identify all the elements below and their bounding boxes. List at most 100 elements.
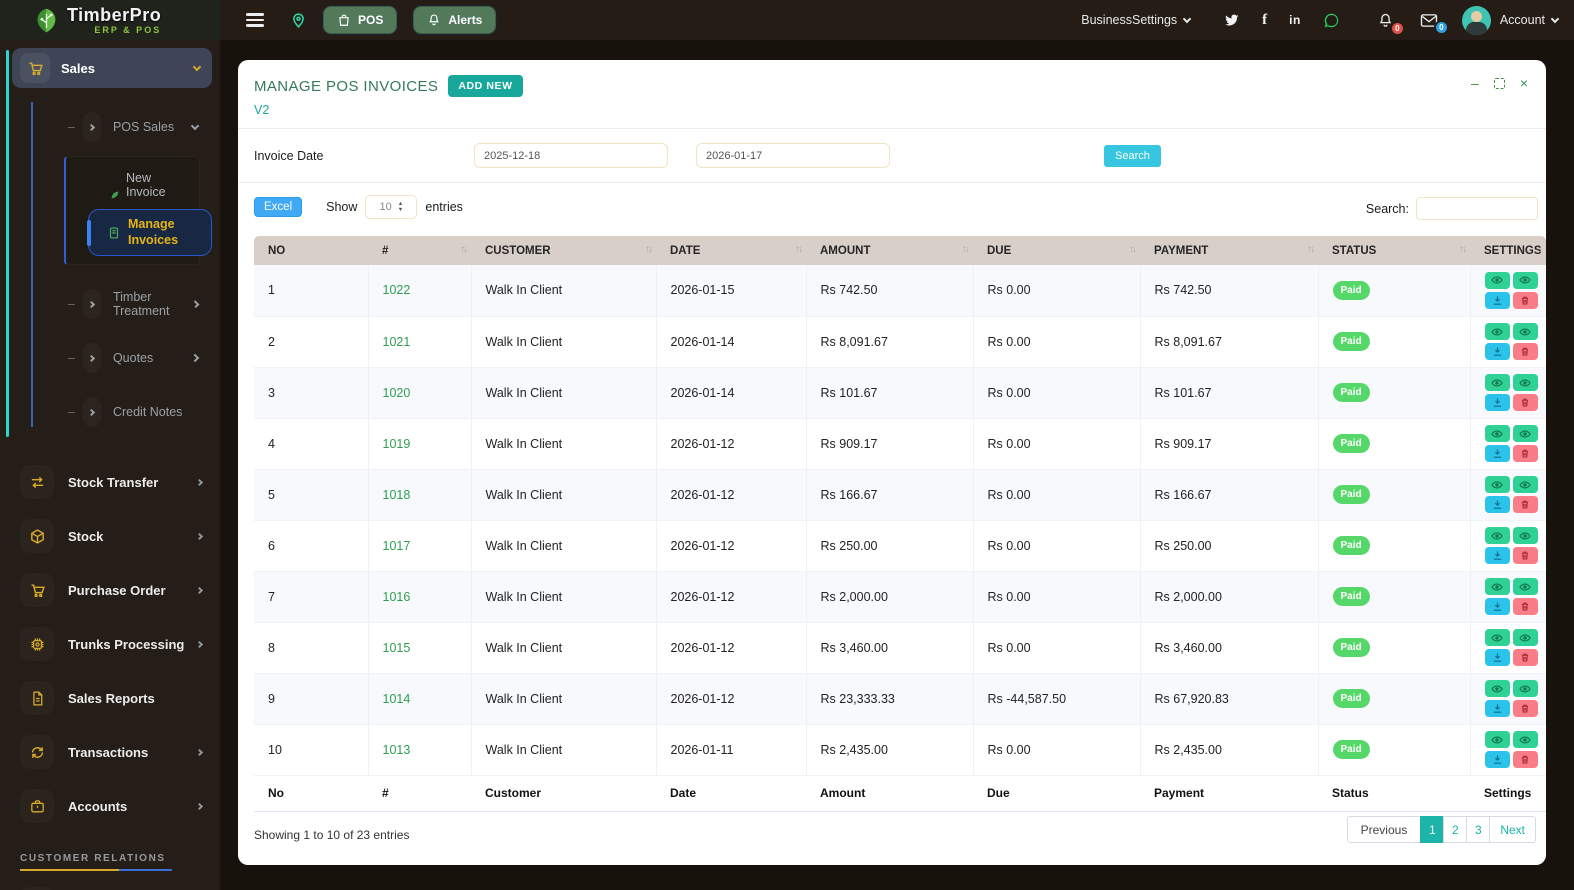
view-alt-button[interactable] — [1512, 323, 1538, 340]
col-header-payment[interactable]: PAYMENT ↑↓ — [1140, 236, 1318, 265]
view-button[interactable] — [1484, 680, 1510, 697]
download-button[interactable] — [1484, 291, 1510, 309]
view-button[interactable] — [1484, 323, 1510, 340]
sidebar-item-manage-invoices[interactable]: Manage Invoices — [88, 209, 212, 257]
sidebar-item-trunks-processing[interactable]: Trunks Processing — [0, 617, 220, 671]
excel-export-button[interactable]: Excel — [254, 197, 303, 217]
view-button[interactable] — [1484, 374, 1510, 391]
download-button[interactable] — [1484, 445, 1510, 462]
view-button[interactable] — [1484, 271, 1510, 289]
delete-button[interactable] — [1512, 496, 1538, 513]
download-button[interactable] — [1484, 700, 1510, 717]
page-size-select[interactable]: 10 ▲ ▼ — [365, 195, 418, 219]
view-button[interactable] — [1484, 476, 1510, 493]
download-button[interactable] — [1484, 547, 1510, 564]
invoice-link[interactable]: 1021 — [383, 335, 411, 349]
page-3-button[interactable]: 3 — [1466, 816, 1491, 843]
sidebar-item-purchase-order[interactable]: Purchase Order — [0, 563, 220, 617]
invoice-link[interactable]: 1017 — [383, 539, 411, 553]
sidebar-item-pos-sales[interactable]: – POS Sales — [68, 112, 200, 142]
download-button[interactable] — [1484, 649, 1510, 666]
invoice-link[interactable]: 1016 — [383, 590, 411, 604]
date-to-input[interactable] — [696, 143, 890, 168]
download-button[interactable] — [1484, 343, 1510, 360]
app-logo[interactable]: TimberPro ERP & POS — [0, 0, 220, 40]
table-search-input[interactable] — [1416, 197, 1538, 220]
invoice-link[interactable]: 1018 — [383, 488, 411, 502]
business-settings-menu[interactable]: BusinessSettings — [1081, 13, 1192, 27]
view-button[interactable] — [1484, 731, 1510, 748]
view-alt-button[interactable] — [1512, 680, 1538, 697]
col-header-date[interactable]: DATE ↑↓ — [656, 236, 806, 265]
col-header-settings[interactable]: SETTINGS ↑↓ — [1470, 236, 1546, 265]
sidebar-item-crm[interactable]: CRM — [0, 877, 220, 890]
view-button[interactable] — [1484, 629, 1510, 646]
sidebar-item-transactions[interactable]: Transactions — [0, 725, 220, 779]
minimize-icon[interactable]: – — [1471, 76, 1479, 90]
sidebar-item-sales-reports[interactable]: Sales Reports — [0, 671, 220, 725]
col-header-customer[interactable]: CUSTOMER ↑↓ — [471, 236, 656, 265]
delete-button[interactable] — [1512, 445, 1538, 462]
col-header-due[interactable]: DUE ↑↓ — [973, 236, 1140, 265]
delete-button[interactable] — [1512, 649, 1538, 666]
invoice-link[interactable]: 1013 — [383, 743, 411, 757]
hamburger-menu-icon[interactable] — [242, 9, 268, 31]
invoice-link[interactable]: 1014 — [383, 692, 411, 706]
whatsapp-icon[interactable] — [1323, 12, 1340, 29]
view-button[interactable] — [1484, 425, 1510, 442]
invoice-link[interactable]: 1022 — [383, 283, 411, 297]
sidebar-item-stock[interactable]: Stock — [0, 509, 220, 563]
location-pin-icon[interactable] — [290, 12, 307, 29]
invoice-link[interactable]: 1019 — [383, 437, 411, 451]
view-alt-button[interactable] — [1512, 731, 1538, 748]
invoice-link[interactable]: 1020 — [383, 386, 411, 400]
invoice-link[interactable]: 1015 — [383, 641, 411, 655]
pos-button[interactable]: POS — [323, 6, 398, 34]
sidebar-item-timber-treatment[interactable]: – Timber Treatment — [68, 289, 200, 320]
view-alt-button[interactable] — [1512, 425, 1538, 442]
date-from-input[interactable] — [474, 143, 668, 168]
user-avatar[interactable] — [1461, 5, 1491, 35]
view-button[interactable] — [1484, 578, 1510, 595]
add-new-button[interactable]: ADD NEW — [448, 75, 523, 97]
next-page-button[interactable]: Next — [1489, 816, 1536, 843]
page-1-button[interactable]: 1 — [1420, 816, 1445, 843]
delete-button[interactable] — [1512, 547, 1538, 564]
sidebar-item-accounts[interactable]: Accounts — [0, 779, 220, 833]
twitter-icon[interactable] — [1223, 12, 1240, 29]
view-alt-button[interactable] — [1512, 527, 1538, 544]
page-2-button[interactable]: 2 — [1443, 816, 1468, 843]
col-header-invoice[interactable]: # ↑↓ — [368, 236, 471, 265]
view-alt-button[interactable] — [1512, 629, 1538, 646]
view-alt-button[interactable] — [1512, 476, 1538, 493]
sidebar-item-credit-notes[interactable]: – Credit Notes — [68, 397, 198, 428]
delete-button[interactable] — [1512, 394, 1538, 411]
facebook-icon[interactable]: f — [1262, 12, 1267, 29]
col-header-status[interactable]: STATUS ↑↓ — [1318, 236, 1470, 265]
messages-envelope-icon[interactable]: 0 — [1420, 13, 1449, 35]
delete-button[interactable] — [1512, 343, 1538, 360]
download-button[interactable] — [1484, 496, 1510, 513]
download-button[interactable] — [1484, 394, 1510, 411]
view-alt-button[interactable] — [1512, 374, 1538, 391]
view-alt-button[interactable] — [1512, 578, 1538, 595]
fullscreen-icon[interactable] — [1493, 77, 1505, 89]
delete-button[interactable] — [1512, 598, 1538, 615]
previous-page-button[interactable]: Previous — [1346, 816, 1422, 843]
sidebar-item-new-invoice[interactable]: New Invoice — [76, 167, 193, 209]
alerts-button[interactable]: Alerts — [413, 6, 497, 34]
linkedin-icon[interactable]: in — [1289, 13, 1301, 27]
col-header-amount[interactable]: AMOUNT ↑↓ — [806, 236, 973, 265]
download-button[interactable] — [1484, 598, 1510, 615]
view-button[interactable] — [1484, 527, 1510, 544]
sidebar-item-sales[interactable]: Sales — [12, 48, 212, 88]
download-button[interactable] — [1484, 751, 1510, 768]
delete-button[interactable] — [1512, 751, 1538, 768]
sidebar-item-stock-transfer[interactable]: Stock Transfer — [0, 455, 220, 509]
notifications-bell-icon[interactable]: 0 — [1377, 12, 1405, 36]
view-alt-button[interactable] — [1512, 271, 1538, 289]
v2-link[interactable]: V2 — [254, 103, 269, 117]
close-icon[interactable]: × — [1520, 76, 1528, 90]
delete-button[interactable] — [1512, 700, 1538, 717]
account-menu[interactable]: Account — [1500, 13, 1560, 27]
